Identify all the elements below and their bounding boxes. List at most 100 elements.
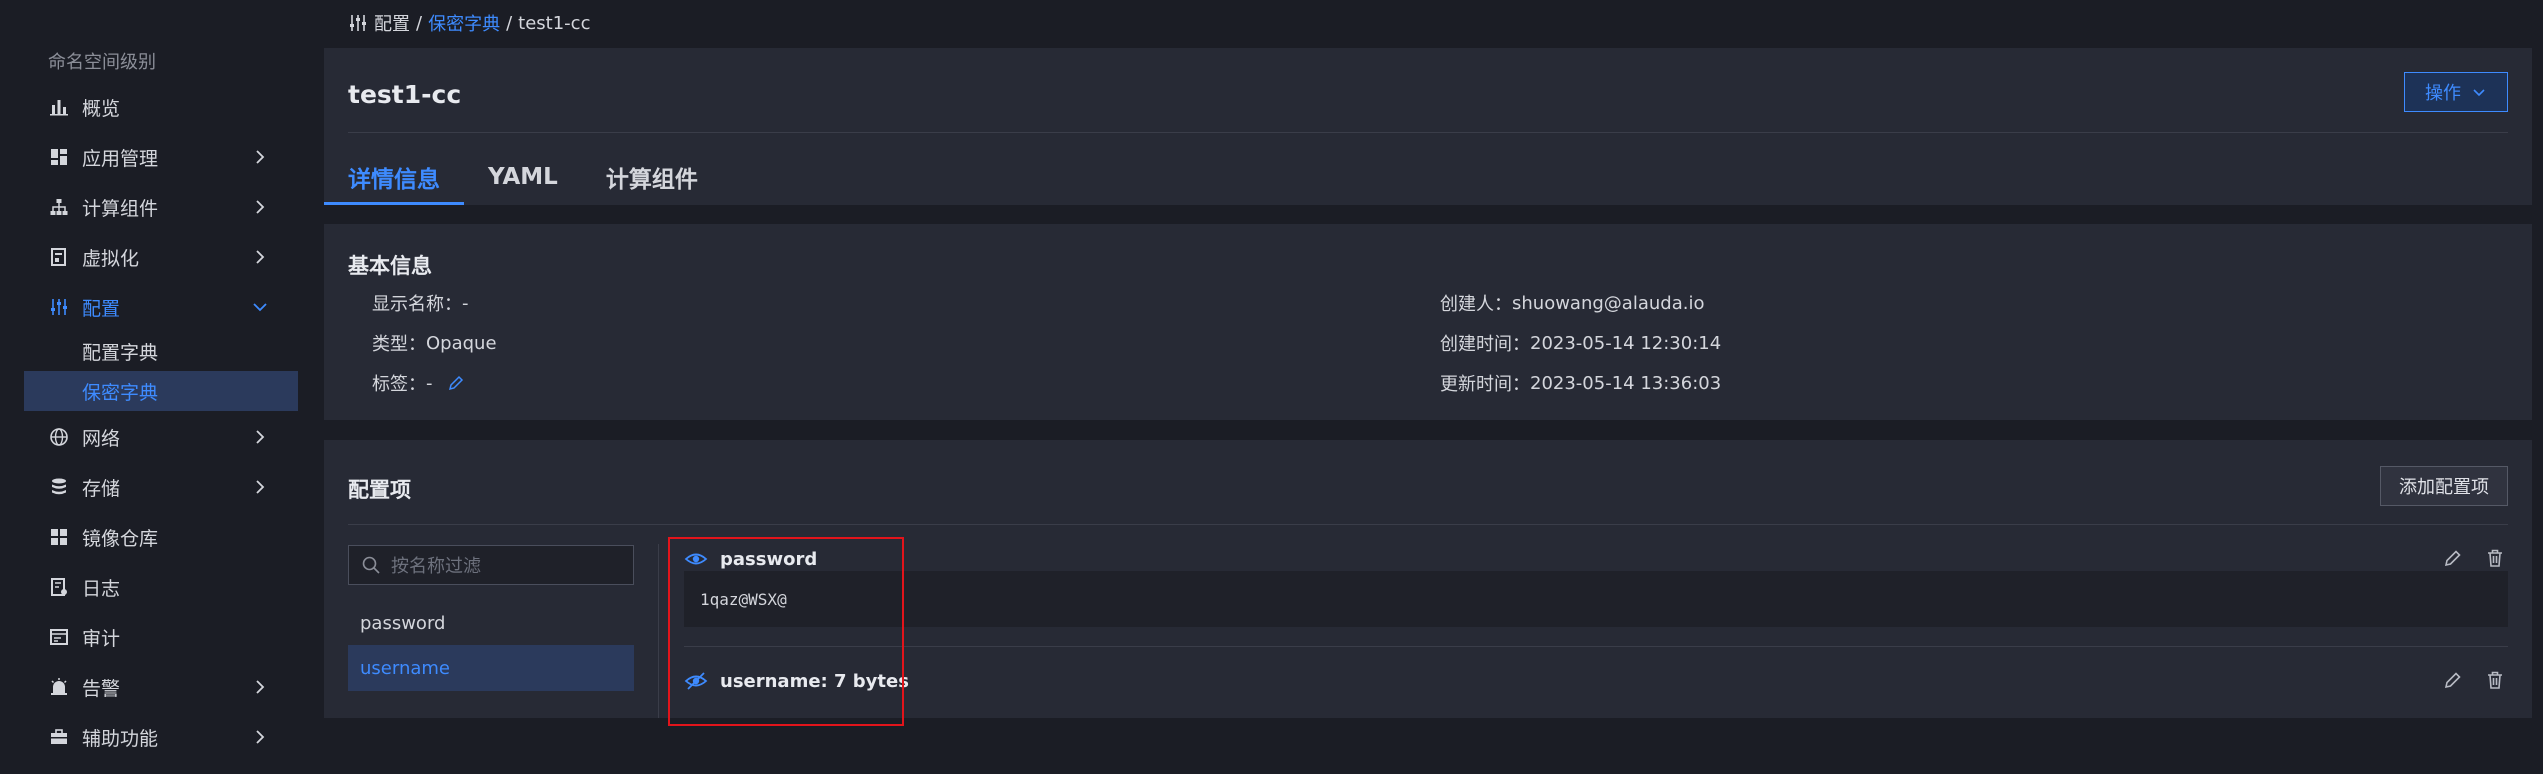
sidebar-item-label: 告警 — [82, 677, 121, 700]
sidebar-item-label: 计算组件 — [82, 197, 159, 220]
eye-icon[interactable] — [684, 547, 708, 571]
sidebar-item-label: 审计 — [82, 627, 121, 650]
basic-info-card: 基本信息 显示名称： - 类型： Opaque 标签： - 创建人： shuow… — [324, 224, 2532, 420]
info-label: 更新时间： — [1440, 374, 1530, 395]
operations-button[interactable]: 操作 — [2404, 72, 2508, 112]
sidebar-item-audit[interactable]: 审计 — [24, 617, 298, 657]
sidebar-item-config[interactable]: 配置 — [24, 287, 298, 327]
breadcrumb-current: test1-cc — [518, 12, 591, 34]
sidebar-item-overview[interactable]: 概览 — [24, 87, 298, 127]
info-value: shuowang@alauda.io — [1512, 292, 1705, 314]
chevron-down-icon — [2473, 89, 2485, 97]
sidebar-item-label: 虚拟化 — [82, 247, 140, 270]
divider — [348, 132, 2508, 133]
chevron-right-icon — [256, 730, 265, 744]
breadcrumb: 配置 / 保密字典 / test1-cc — [348, 10, 590, 36]
breadcrumb-root: 配置 — [374, 14, 410, 35]
entry-value: 1qaz@WSX@ — [684, 571, 2508, 627]
info-display-name: 显示名称： - — [372, 290, 469, 316]
sidebar-item-label: 存储 — [82, 477, 121, 500]
alarm-icon — [48, 676, 70, 698]
sidebar-subitem-secret[interactable]: 保密字典 — [24, 371, 298, 411]
tab-bar: 详情信息 YAML 计算组件 — [324, 148, 722, 205]
key-list-item[interactable]: password — [348, 600, 634, 646]
sidebar: 命名空间级别 概览 应用管理 计算组件 虚拟化 配置 配置字典 保密字典 网络 … — [0, 0, 310, 774]
info-value: 2023-05-14 13:36:03 — [1530, 372, 1722, 394]
breadcrumb-separator: / — [506, 12, 513, 34]
add-config-item-button[interactable]: 添加配置项 — [2380, 466, 2508, 506]
apps-icon — [48, 146, 70, 168]
entry-actions — [2442, 547, 2506, 569]
bar-chart-icon — [48, 96, 70, 118]
section-title: 配置项 — [348, 478, 411, 502]
tab-details[interactable]: 详情信息 — [324, 148, 464, 205]
sidebar-item-label: 配置 — [82, 297, 121, 320]
database-icon — [48, 476, 70, 498]
key-list-item[interactable]: username — [348, 645, 634, 691]
operations-button-label: 操作 — [2425, 83, 2461, 104]
delete-icon[interactable] — [2484, 547, 2506, 569]
divider — [684, 646, 2508, 647]
info-updated-time: 更新时间： 2023-05-14 13:36:03 — [1440, 370, 1721, 396]
info-value: Opaque — [426, 332, 497, 354]
tab-compute[interactable]: 计算组件 — [582, 148, 722, 205]
page-title: test1-cc — [348, 80, 462, 109]
sliders-icon — [48, 296, 70, 318]
sidebar-subitem-configmap[interactable]: 配置字典 — [24, 331, 298, 371]
log-icon — [48, 576, 70, 598]
info-creator: 创建人： shuowang@alauda.io — [1440, 290, 1704, 316]
sidebar-item-network[interactable]: 网络 — [24, 417, 298, 457]
sidebar-item-compute[interactable]: 计算组件 — [24, 187, 298, 227]
info-label: 创建时间： — [1440, 334, 1530, 355]
sidebar-item-label: 概览 — [82, 97, 121, 120]
sidebar-item-label: 辅助功能 — [82, 727, 159, 750]
sidebar-item-alarm[interactable]: 告警 — [24, 667, 298, 707]
breadcrumb-separator: / — [416, 12, 423, 34]
entry-header-username: username: 7 bytes — [684, 666, 909, 696]
info-value: - — [462, 292, 469, 314]
resource-header-card: test1-cc 操作 详情信息 YAML 计算组件 — [324, 48, 2532, 205]
chevron-right-icon — [256, 680, 265, 694]
search-icon — [362, 556, 380, 574]
info-label: 标签： — [372, 374, 426, 395]
entry-name: password — [720, 548, 818, 570]
section-title: 基本信息 — [348, 254, 432, 278]
sidebar-item-logs[interactable]: 日志 — [24, 567, 298, 607]
sidebar-item-label: 镜像仓库 — [82, 527, 159, 550]
edit-pencil-icon[interactable] — [447, 374, 465, 392]
chevron-right-icon — [256, 430, 265, 444]
config-items-card: 配置项 添加配置项 按名称过滤 password username passwo… — [324, 440, 2532, 718]
chevron-right-icon — [256, 200, 265, 214]
toolbox-icon — [48, 726, 70, 748]
chevron-down-icon — [253, 303, 267, 312]
info-label: 创建人： — [1440, 294, 1512, 315]
info-label: 显示名称： — [372, 294, 462, 315]
entry-header-password: password — [684, 544, 817, 574]
breadcrumb-link-secret[interactable]: 保密字典 — [428, 10, 500, 36]
divider — [348, 524, 2508, 525]
eye-off-icon[interactable] — [684, 669, 708, 693]
sidebar-section-title: 命名空间级别 — [48, 52, 156, 73]
entry-actions — [2442, 669, 2506, 691]
sidebar-item-label: 应用管理 — [82, 147, 159, 170]
sidebar-item-registry[interactable]: 镜像仓库 — [24, 517, 298, 557]
audit-icon — [48, 626, 70, 648]
edit-icon[interactable] — [2442, 547, 2464, 569]
app-root: 命名空间级别 概览 应用管理 计算组件 虚拟化 配置 配置字典 保密字典 网络 … — [0, 0, 2543, 774]
edit-icon[interactable] — [2442, 669, 2464, 691]
info-value: 2023-05-14 12:30:14 — [1530, 332, 1722, 354]
tab-yaml[interactable]: YAML — [464, 148, 582, 205]
filter-input[interactable]: 按名称过滤 — [348, 545, 634, 585]
delete-icon[interactable] — [2484, 669, 2506, 691]
chevron-right-icon — [256, 250, 265, 264]
info-created-time: 创建时间： 2023-05-14 12:30:14 — [1440, 330, 1721, 356]
divider — [658, 544, 659, 718]
info-type: 类型： Opaque — [372, 330, 497, 356]
sidebar-item-virtualization[interactable]: 虚拟化 — [24, 237, 298, 277]
sidebar-item-storage[interactable]: 存储 — [24, 467, 298, 507]
filter-placeholder: 按名称过滤 — [391, 556, 481, 577]
globe-icon — [48, 426, 70, 448]
sidebar-item-app-management[interactable]: 应用管理 — [24, 137, 298, 177]
sidebar-item-label: 网络 — [82, 427, 121, 450]
sidebar-item-accessibility[interactable]: 辅助功能 — [24, 717, 298, 757]
